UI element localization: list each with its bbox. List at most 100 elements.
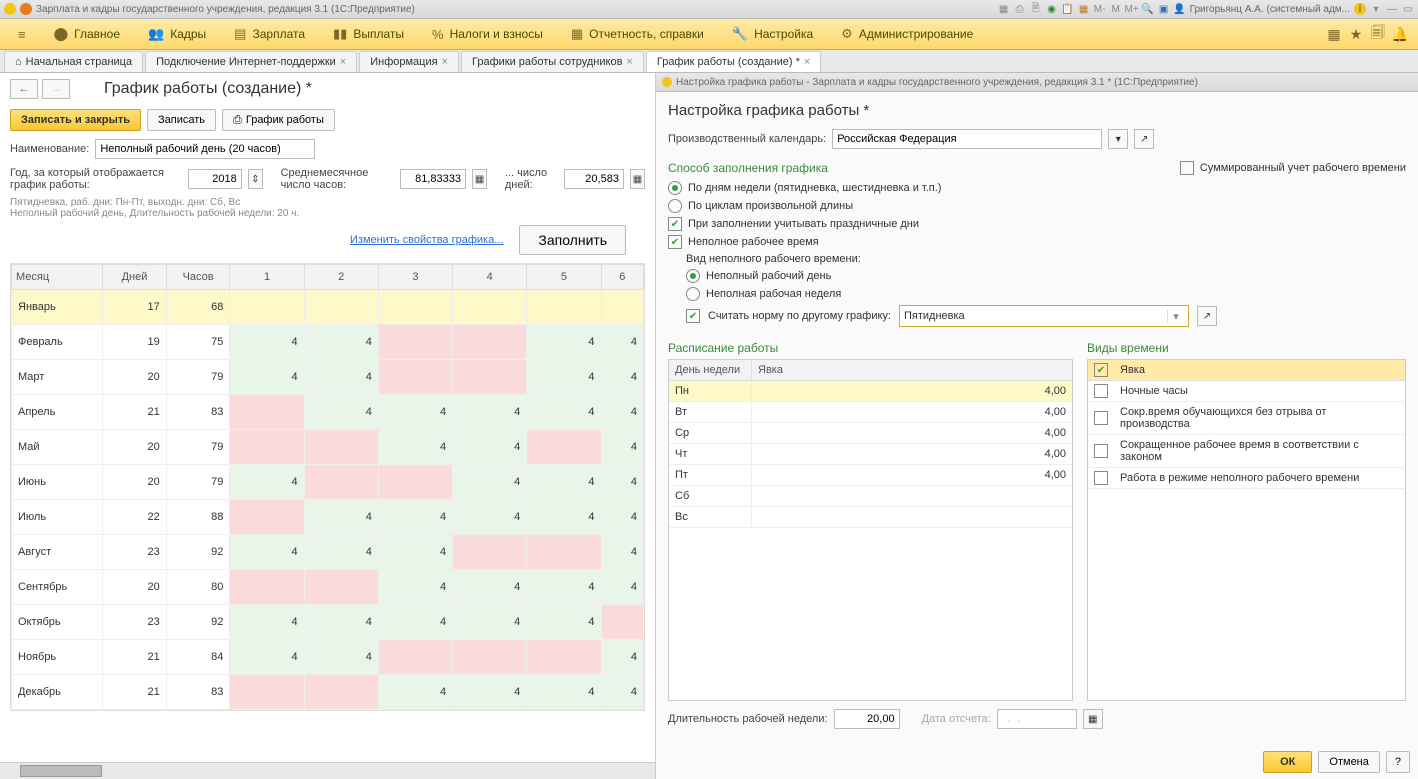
table-row[interactable]: Сентябрь20804444 xyxy=(12,570,644,605)
time-type-row[interactable]: Ночные часы xyxy=(1088,381,1405,402)
fill-button[interactable]: Заполнить xyxy=(519,225,626,255)
tb-doc-icon[interactable]: 🗎 xyxy=(1030,3,1042,15)
weekday-row[interactable]: Ср4,00 xyxy=(669,423,1072,444)
radio-partial-week[interactable]: Неполная рабочая неделя xyxy=(686,285,1406,303)
table-row[interactable]: Апрель218344444 xyxy=(12,395,644,430)
table-row[interactable]: Февраль19754444 xyxy=(12,325,644,360)
calendar-open-icon[interactable]: ↗ xyxy=(1134,129,1154,149)
window-icon[interactable]: ▣ xyxy=(1158,3,1170,15)
ok-button[interactable]: ОК xyxy=(1263,751,1312,773)
weekday-schedule-list[interactable]: День неделиЯвка Пн4,00Вт4,00Ср4,00Чт4,00… xyxy=(668,359,1073,701)
table-row[interactable]: Март20794444 xyxy=(12,360,644,395)
calendar-dropdown-icon[interactable]: ▾ xyxy=(1108,129,1128,149)
open-icon[interactable]: ↗ xyxy=(1197,306,1217,326)
table-row[interactable]: Декабрь21834444 xyxy=(12,675,644,710)
menu-admin[interactable]: ⚙Администрирование xyxy=(827,19,987,49)
check-icon[interactable] xyxy=(1094,471,1108,485)
maximize-icon[interactable]: ▭ xyxy=(1402,3,1414,15)
menu-main[interactable]: ⬤Главное xyxy=(40,19,134,49)
grid-header[interactable]: Дней xyxy=(103,265,167,290)
weekday-row[interactable]: Сб xyxy=(669,486,1072,507)
year-input[interactable] xyxy=(188,169,242,189)
star-icon[interactable]: ★ xyxy=(1348,26,1364,42)
save-close-button[interactable]: Записать и закрыть xyxy=(10,109,141,131)
weekday-row[interactable]: Вс xyxy=(669,507,1072,528)
menu-payments[interactable]: ▮▮Выплаты xyxy=(319,19,418,49)
dropdown-icon[interactable]: ▾ xyxy=(1370,3,1382,15)
radio-partial-day[interactable]: Неполный рабочий день xyxy=(686,267,1406,285)
grid-header[interactable]: Месяц xyxy=(12,265,103,290)
duration-input[interactable] xyxy=(834,709,900,729)
m-minus[interactable]: M- xyxy=(1094,3,1106,15)
zoom-in-icon[interactable]: 🔍 xyxy=(1142,3,1154,15)
weekday-row[interactable]: Вт4,00 xyxy=(669,402,1072,423)
grid-header[interactable]: 6 xyxy=(601,265,644,290)
grid-header[interactable]: 2 xyxy=(304,265,378,290)
info-icon[interactable]: i xyxy=(1354,3,1366,15)
name-input[interactable] xyxy=(95,139,315,159)
nav-fwd[interactable]: → xyxy=(42,79,70,99)
tb-tool-icon[interactable]: ▦ xyxy=(998,3,1010,15)
check-icon[interactable] xyxy=(1094,444,1108,458)
grid-icon[interactable]: ▦ xyxy=(1326,26,1342,42)
table-row[interactable]: Октябрь239244444 xyxy=(12,605,644,640)
time-types-list[interactable]: ✔Явка Ночные часыСокр.время обучающихся … xyxy=(1087,359,1406,701)
tb-calc-icon[interactable]: ◉ xyxy=(1046,3,1058,15)
grid-header[interactable]: 5 xyxy=(527,265,601,290)
clip-icon[interactable]: 🗐 xyxy=(1370,26,1386,42)
table-row[interactable]: Январь1768 xyxy=(12,290,644,325)
time-type-row[interactable]: Работа в режиме неполного рабочего време… xyxy=(1088,468,1405,489)
help-button[interactable]: ? xyxy=(1386,751,1410,773)
radio-by-weekdays[interactable]: По дням недели (пятидневка, шестидневка … xyxy=(668,179,1180,197)
avg-hours-input[interactable] xyxy=(400,169,466,189)
norm-schedule-select[interactable]: Пятидневка ▾ xyxy=(899,305,1189,327)
check-icon[interactable] xyxy=(1094,384,1108,398)
menu-settings[interactable]: 🔧Настройка xyxy=(718,19,827,49)
table-row[interactable]: Ноябрь2184444 xyxy=(12,640,644,675)
m[interactable]: M xyxy=(1110,3,1122,15)
m-plus[interactable]: M+ xyxy=(1126,3,1138,15)
tab[interactable]: ⌂Начальная страница xyxy=(4,51,143,72)
check-partial[interactable]: ✔Неполное рабочее время xyxy=(668,233,1406,251)
h-scrollbar[interactable] xyxy=(0,762,655,779)
close-icon[interactable]: × xyxy=(340,56,346,68)
close-icon[interactable]: × xyxy=(626,56,632,68)
change-properties-link[interactable]: Изменить свойства графика... xyxy=(350,234,503,246)
menu-salary[interactable]: ▤Зарплата xyxy=(220,19,319,49)
nav-back[interactable]: ← xyxy=(10,79,38,99)
time-type-row[interactable]: Сокр.время обучающихся без отрыва от про… xyxy=(1088,402,1405,435)
year-spinner[interactable]: ⇕ xyxy=(248,169,263,189)
weekday-row[interactable]: Пт4,00 xyxy=(669,465,1072,486)
cancel-button[interactable]: Отмена xyxy=(1318,751,1379,773)
save-button[interactable]: Записать xyxy=(147,109,216,131)
calc-icon[interactable]: ▦ xyxy=(472,169,487,189)
burger-menu[interactable]: ≡ xyxy=(4,19,40,49)
tb-calendar-icon-2[interactable]: ▦ xyxy=(1078,3,1090,15)
minimize-icon[interactable]: — xyxy=(1386,3,1398,15)
check-holidays[interactable]: ✔При заполнении учитывать праздничные дн… xyxy=(668,215,1180,233)
startdate-input[interactable] xyxy=(997,709,1077,729)
calendar-picker-icon[interactable]: ▦ xyxy=(1083,709,1103,729)
time-type-row[interactable]: Сокращенное рабочее время в соответствии… xyxy=(1088,435,1405,468)
grid-header[interactable]: 4 xyxy=(453,265,527,290)
print-schedule-button[interactable]: ⎙График работы xyxy=(222,109,335,131)
grid-header[interactable]: Часов xyxy=(166,265,230,290)
check-icon[interactable] xyxy=(1094,411,1108,425)
check-on-icon[interactable]: ✔ xyxy=(1094,363,1108,377)
table-row[interactable]: Август23924444 xyxy=(12,535,644,570)
radio-by-cycles[interactable]: По циклам произвольной длины xyxy=(668,197,1180,215)
tab[interactable]: Подключение Интернет-поддержки× xyxy=(145,51,357,72)
menu-taxes[interactable]: %Налоги и взносы xyxy=(418,19,557,49)
scrollbar-thumb[interactable] xyxy=(20,765,102,777)
menu-reports[interactable]: ▦Отчетность, справки xyxy=(557,19,718,49)
close-icon[interactable]: × xyxy=(804,56,810,68)
check-summed[interactable]: Суммированный учет рабочего времени xyxy=(1180,159,1406,177)
weekday-row[interactable]: Пн4,00 xyxy=(669,381,1072,402)
tab[interactable]: Графики работы сотрудников× xyxy=(461,51,644,72)
weekday-row[interactable]: Чт4,00 xyxy=(669,444,1072,465)
table-row[interactable]: Май2079444 xyxy=(12,430,644,465)
grid-header[interactable]: 1 xyxy=(230,265,304,290)
menu-staff[interactable]: 👥Кадры xyxy=(134,19,220,49)
dropdown-icon[interactable]: ▾ xyxy=(1167,310,1184,323)
tab[interactable]: Информация× xyxy=(359,51,459,72)
